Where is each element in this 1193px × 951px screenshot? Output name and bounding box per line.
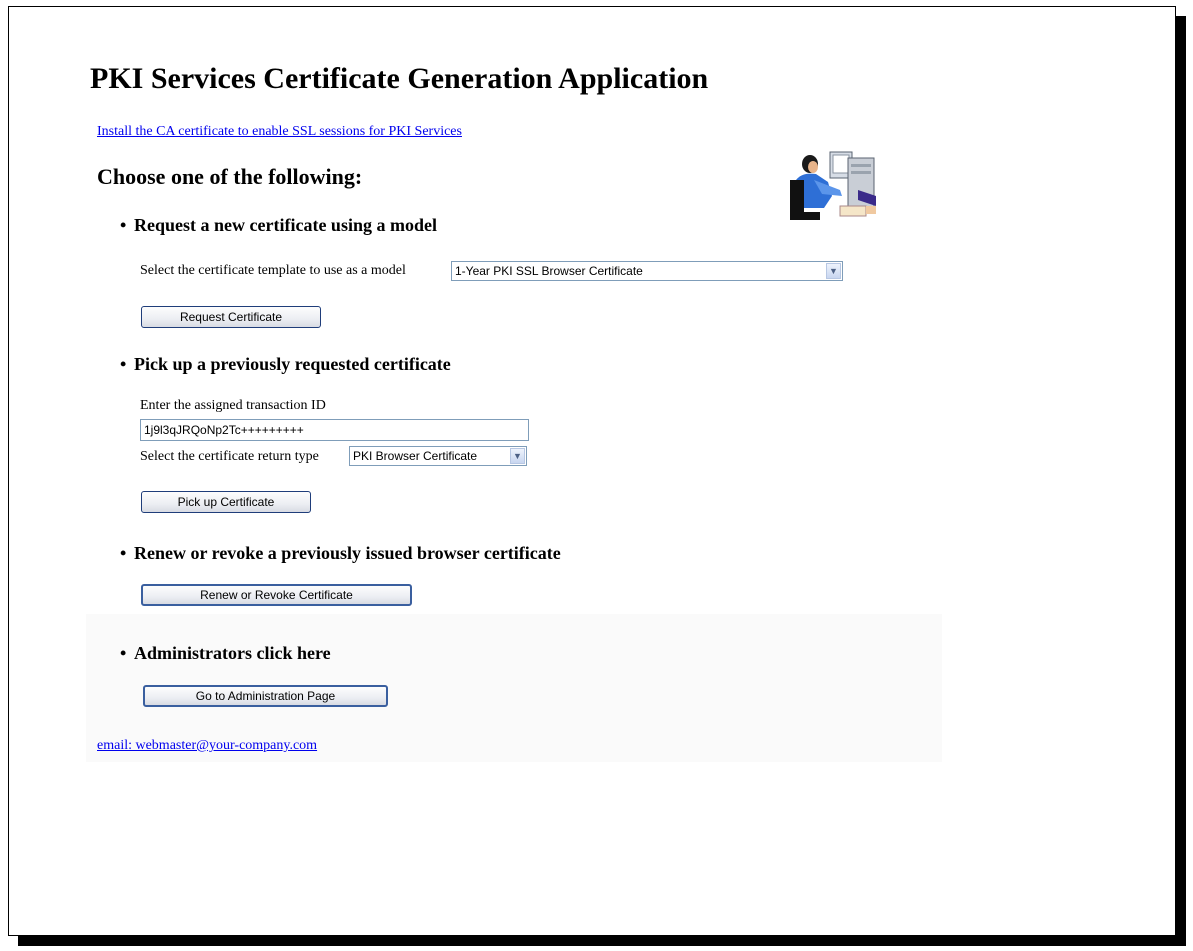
return-type-select-value: PKI Browser Certificate <box>353 449 478 463</box>
pickup-certificate-button[interactable]: Pick up Certificate <box>141 491 311 513</box>
renew-heading-text: Renew or revoke a previously issued brow… <box>134 543 561 563</box>
request-certificate-button[interactable]: Request Certificate <box>141 306 321 328</box>
template-label: Select the certificate template to use a… <box>140 263 406 278</box>
request-section-heading: • Request a new certificate using a model <box>120 215 437 236</box>
bullet-icon: • <box>120 643 127 663</box>
template-select[interactable]: 1-Year PKI SSL Browser Certificate ▼ <box>451 261 843 281</box>
renew-section-heading: • Renew or revoke a previously issued bro… <box>120 543 561 564</box>
chevron-down-icon[interactable]: ▼ <box>826 263 841 279</box>
person-at-computer-icon <box>790 151 876 220</box>
webmaster-email-link[interactable]: email: webmaster@your-company.com <box>97 738 317 754</box>
pickup-heading-text: Pick up a previously requested certifica… <box>134 354 451 374</box>
return-type-label: Select the certificate return type <box>140 449 319 464</box>
bullet-icon: • <box>120 215 127 235</box>
request-heading-text: Request a new certificate using a model <box>134 215 437 235</box>
template-select-value: 1-Year PKI SSL Browser Certificate <box>455 264 643 278</box>
bullet-icon: • <box>120 543 127 563</box>
chevron-down-icon[interactable]: ▼ <box>510 448 525 464</box>
admin-section-heading: • Administrators click here <box>120 643 331 664</box>
choose-heading: Choose one of the following: <box>97 164 363 189</box>
renew-revoke-certificate-button[interactable]: Renew or Revoke Certificate <box>141 584 412 606</box>
return-type-select[interactable]: PKI Browser Certificate ▼ <box>349 446 527 466</box>
transaction-id-input[interactable]: 1j9l3qJRQoNp2Tc+++++++++ <box>140 419 529 441</box>
install-ca-certificate-link[interactable]: Install the CA certificate to enable SSL… <box>97 124 462 140</box>
page-frame <box>8 6 1176 936</box>
go-to-admin-page-button[interactable]: Go to Administration Page <box>143 685 388 707</box>
bullet-icon: • <box>120 354 127 374</box>
page-title: PKI Services Certificate Generation Appl… <box>90 62 709 95</box>
pickup-section-heading: • Pick up a previously requested certific… <box>120 354 451 375</box>
admin-heading-text: Administrators click here <box>134 643 331 663</box>
transaction-id-label: Enter the assigned transaction ID <box>140 398 326 413</box>
